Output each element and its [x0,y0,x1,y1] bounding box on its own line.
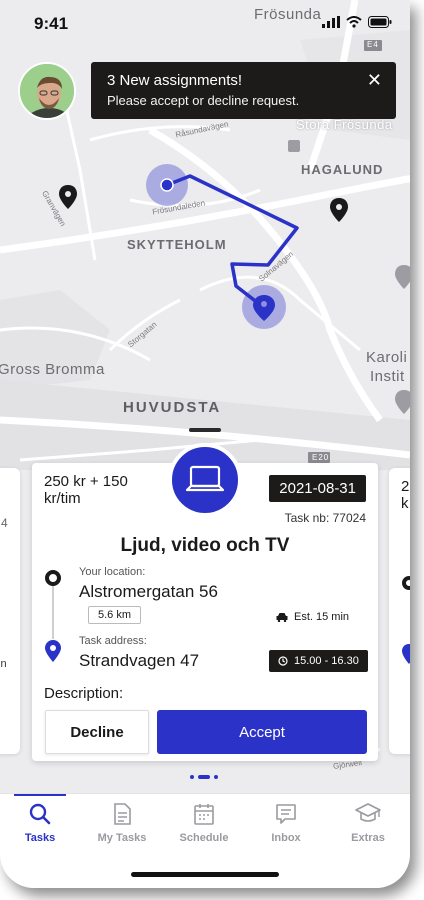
pager-active [198,775,210,779]
graduation-cap-icon [355,803,381,822]
search-icon [29,803,51,825]
tab-tasks[interactable]: Tasks [5,802,75,844]
next-card-pin-icon [402,644,410,664]
map-label-frosunda: Frösunda [254,6,322,23]
task-address-value: Strandvagen 47 [79,651,200,670]
battery-icon [368,16,392,28]
notification-title: 3 New assignments! [107,72,243,89]
map-label-skytteholm: SKYTTEHOLM [127,237,227,252]
car-icon [276,613,288,622]
pager-dot [214,775,218,779]
tab-label: Schedule [179,832,229,844]
tab-label: Extras [351,832,385,844]
decline-button[interactable]: Decline [45,710,149,754]
task-category-badge [168,443,242,517]
pager-dot [190,775,194,779]
phone-screen: 9:41 Frösunda E4 Stora Frösunda HAGALUND… [0,0,410,888]
distance-badge: 5.6 km [88,606,142,624]
description-label: Description: [44,685,124,702]
map-label-e20: E20 [312,453,330,462]
notification-message: Please accept or decline request. [107,93,300,108]
close-icon[interactable]: ✕ [367,70,382,91]
task-address-pin-icon [45,640,61,662]
estimate: Est. 15 min [276,611,349,623]
calendar-icon [194,804,214,825]
home-indicator [131,872,279,877]
map-label-bromma: Gross Bromma [0,361,105,378]
previous-card-text-2: in [0,658,7,670]
chat-icon [276,804,296,824]
task-title: Ljud, video och TV [120,535,290,556]
tab-extras[interactable]: Extras [333,802,403,844]
your-location-dot-icon [45,570,61,586]
clock-icon [278,656,288,666]
tab-my-tasks[interactable]: My Tasks [87,802,157,844]
laptop-icon [185,465,225,492]
task-price: 250 kr + 150 kr/tim [44,473,128,507]
map-label-karolinska: Karoli [366,349,408,366]
map-label-e4: E4 [367,40,379,49]
tab-schedule[interactable]: Schedule [169,802,239,844]
time-window-text: 15.00 - 16.30 [294,655,359,667]
map-label-stora-frosunda: Stora Frösunda [296,117,393,132]
task-date-badge: 2021-08-31 [269,475,366,502]
route-connector-line [52,586,54,639]
next-task-card[interactable]: 2 k [389,468,410,754]
notification-toast[interactable]: 3 New assignments! Please accept or decl… [91,62,396,119]
next-card-price: 2 [401,478,410,495]
avatar[interactable] [18,62,76,120]
status-icons [322,16,392,28]
wifi-icon [346,16,362,28]
next-card-location-dot [402,576,410,590]
active-tab-indicator [14,794,66,796]
accept-button[interactable]: Accept [157,710,367,754]
time-window-badge: 15.00 - 16.30 [269,650,368,672]
task-address-label: Task address: [79,635,147,647]
tab-label: Inbox [271,832,301,844]
map-label-institutet: Instit [370,368,405,385]
card-pager [190,775,218,779]
previous-task-card[interactable]: 4 in [0,468,20,754]
tab-label: My Tasks [97,832,147,844]
tab-inbox[interactable]: Inbox [251,802,321,844]
your-location-label: Your location: [79,566,146,578]
task-number: Task nb: 77024 [284,511,366,525]
tab-label: Tasks [24,832,56,844]
signal-icon [322,16,340,28]
your-location-value: Alstromergatan 56 [79,582,218,601]
drag-handle[interactable] [189,428,221,432]
map-label-hagalund: HAGALUND [301,162,384,177]
estimate-text: Est. 15 min [294,611,350,623]
status-time: 9:41 [34,14,69,33]
document-icon [114,803,131,825]
previous-card-text: 4 [1,516,8,530]
next-card-price-2: k [401,495,409,512]
map-label-huvudsta: HUVUDSTA [123,399,222,416]
